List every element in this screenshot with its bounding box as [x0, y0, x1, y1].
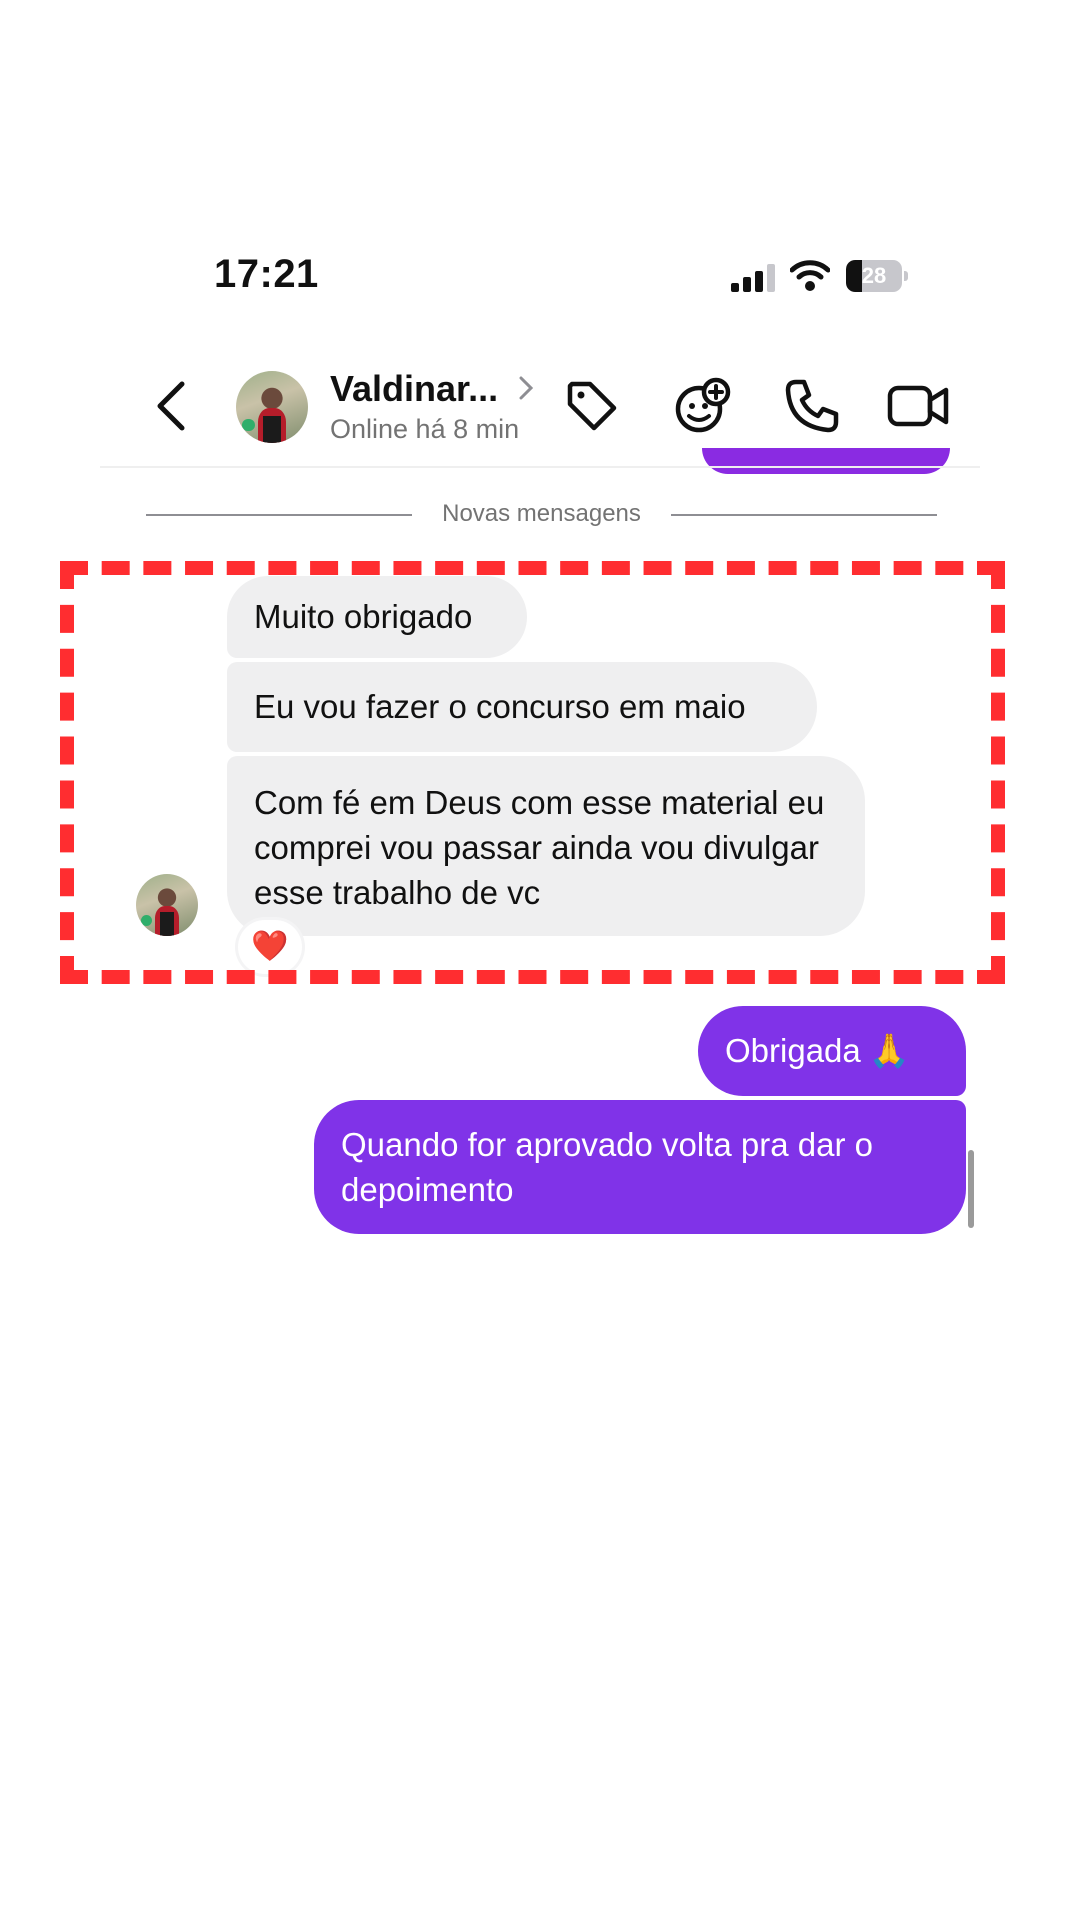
- separator-line: [146, 514, 412, 516]
- contact-status: Online há 8 min: [330, 414, 520, 444]
- tag-icon[interactable]: [562, 376, 622, 436]
- back-icon[interactable]: [150, 378, 194, 434]
- wifi-icon: [790, 260, 830, 291]
- battery-icon: 28: [846, 260, 910, 292]
- battery-level: 28: [861, 263, 887, 288]
- scrollbar[interactable]: [968, 1150, 974, 1228]
- praying-hands-icon: 🙏: [868, 1032, 910, 1069]
- highlight-box: [60, 561, 1005, 984]
- contact-name[interactable]: Valdinar...: [330, 368, 498, 410]
- chevron-right-icon[interactable]: [516, 372, 536, 404]
- sticker-add-icon[interactable]: [672, 376, 732, 436]
- header-divider: [100, 466, 980, 468]
- sent-message[interactable]: Obrigada 🙏: [698, 1006, 966, 1096]
- signal-icon: [731, 264, 775, 292]
- video-camera-icon[interactable]: [886, 376, 950, 436]
- contact-avatar[interactable]: [236, 371, 308, 443]
- status-time: 17:21: [214, 252, 319, 296]
- sent-message-text: Obrigada: [725, 1032, 861, 1069]
- phone-icon[interactable]: [782, 376, 842, 436]
- sent-message[interactable]: Quando for aprovado volta pra dar o depo…: [314, 1100, 966, 1234]
- new-messages-label: Novas mensagens: [442, 500, 641, 527]
- separator-line: [671, 514, 937, 516]
- previous-message-bubble: [702, 448, 950, 474]
